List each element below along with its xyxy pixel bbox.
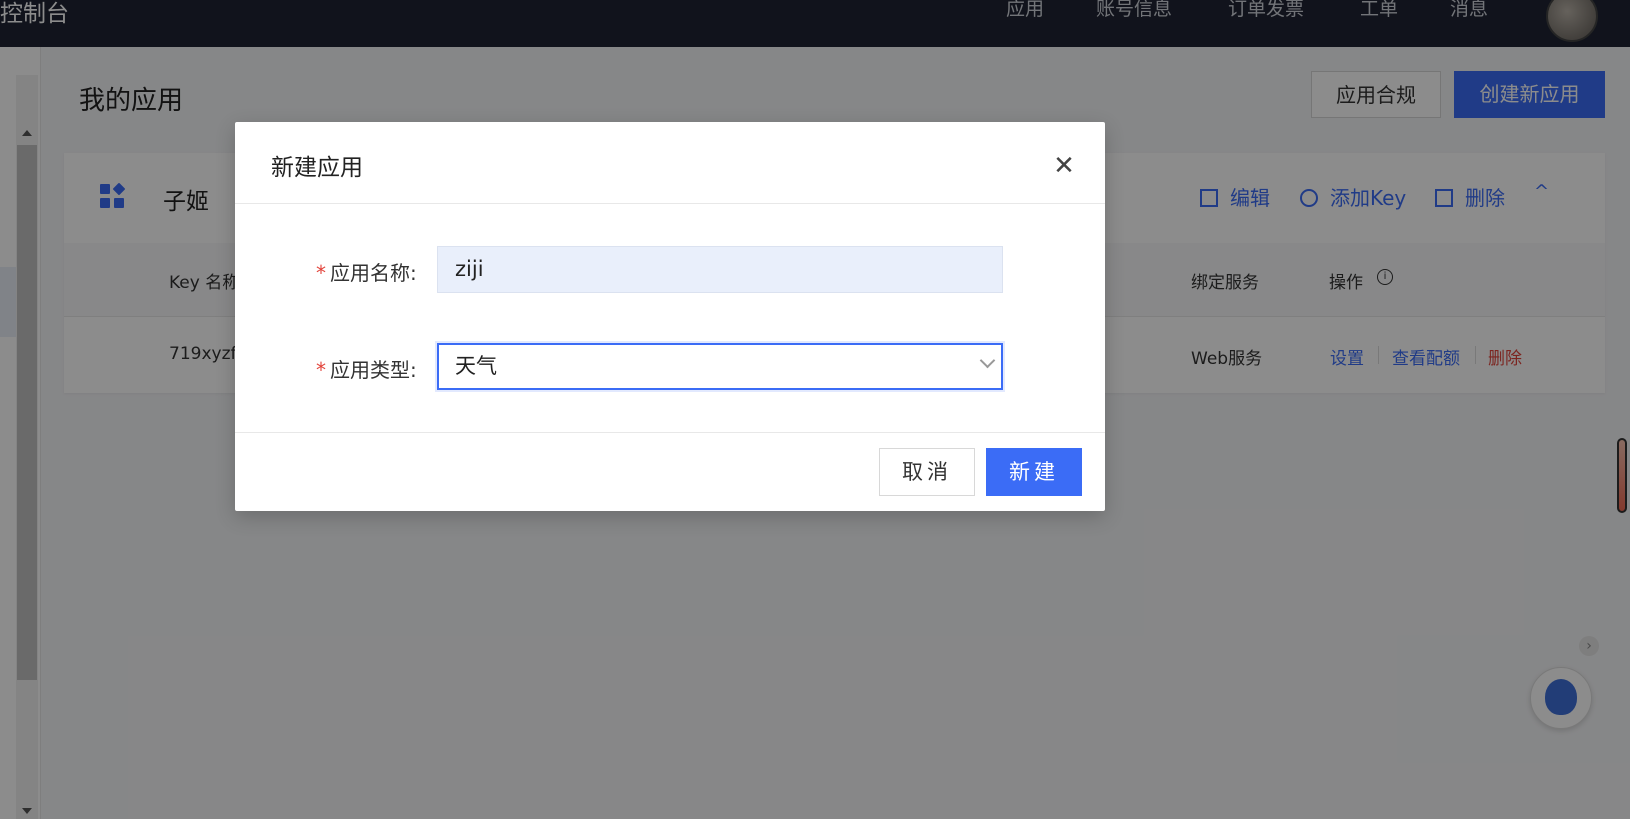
app-name-label-text: 应用名称:	[330, 261, 417, 285]
required-asterisk: *	[316, 261, 326, 285]
app-type-label: * 应用类型:	[316, 354, 417, 383]
app-type-select[interactable]: 天气	[437, 343, 1003, 390]
dialog-header: 新建应用 ✕	[235, 122, 1105, 204]
required-asterisk: *	[316, 358, 326, 382]
app-name-label: * 应用名称:	[316, 257, 417, 286]
close-icon[interactable]: ✕	[1050, 152, 1078, 180]
app-name-input[interactable]: ziji	[437, 246, 1003, 293]
create-button[interactable]: 新建	[986, 448, 1082, 496]
app-type-label-text: 应用类型:	[330, 358, 417, 382]
dialog-title: 新建应用	[271, 155, 363, 181]
new-app-dialog: 新建应用 ✕ * 应用名称: ziji * 应用类型: 天气 取消 新建	[235, 122, 1105, 511]
cancel-button[interactable]: 取消	[879, 448, 975, 496]
